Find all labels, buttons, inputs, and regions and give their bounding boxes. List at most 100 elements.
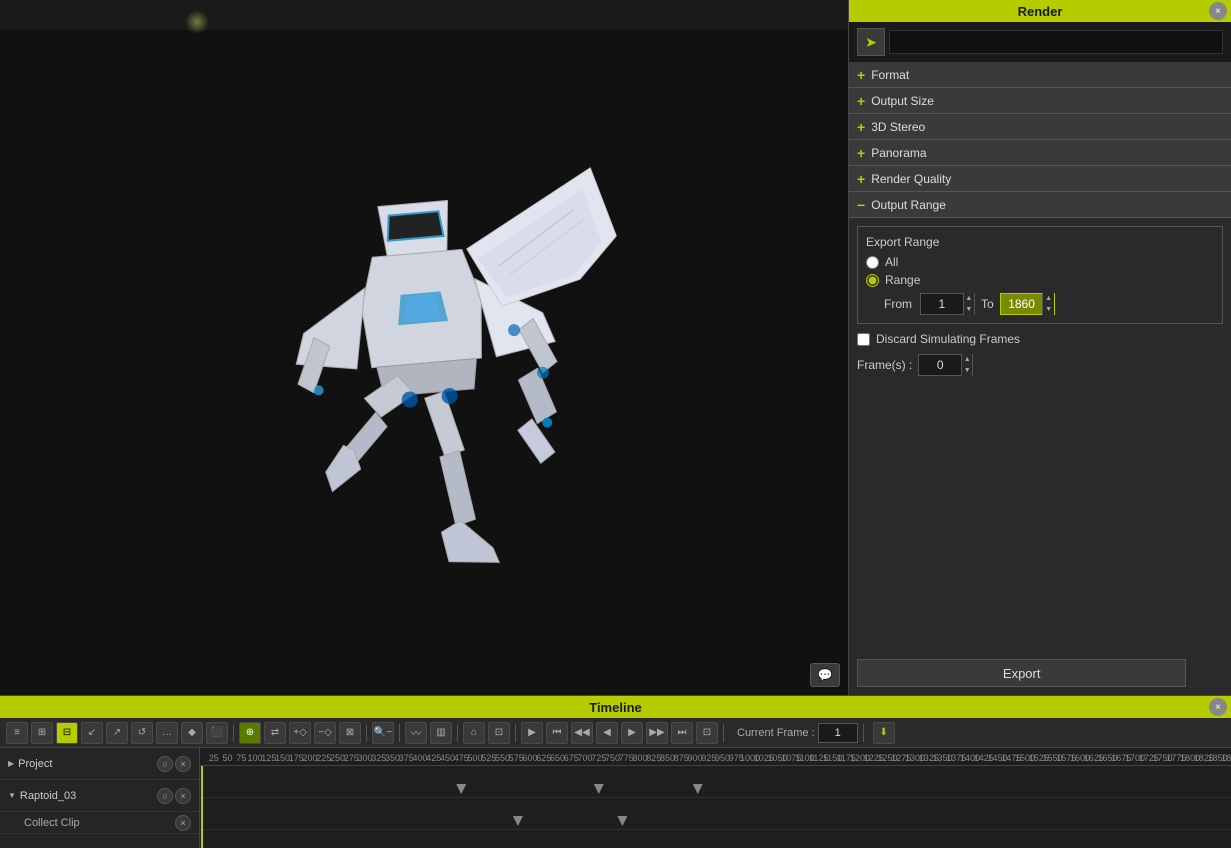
tl-rec-btn[interactable]: ⬛ bbox=[206, 722, 228, 744]
from-input[interactable] bbox=[921, 294, 963, 314]
next-key-btn[interactable]: ▶▶ bbox=[646, 722, 668, 744]
section-output-size-icon: + bbox=[857, 93, 865, 109]
tl-undo2-btn[interactable]: … bbox=[156, 722, 178, 744]
section-output-size-header[interactable]: + Output Size bbox=[849, 88, 1231, 114]
range-radio-label[interactable]: Range bbox=[885, 273, 920, 287]
section-3d-stereo-header[interactable]: + 3D Stereo bbox=[849, 114, 1231, 140]
section-render-quality-header[interactable]: + Render Quality bbox=[849, 166, 1231, 192]
range-radio-row: Range bbox=[866, 273, 1214, 287]
section-panorama-header[interactable]: + Panorama bbox=[849, 140, 1231, 166]
prev-key-btn[interactable]: ◀◀ bbox=[571, 722, 593, 744]
project-close-btn[interactable]: × bbox=[175, 756, 191, 772]
tl-curve-btn[interactable]: 〰 bbox=[405, 722, 427, 744]
to-input[interactable] bbox=[1001, 294, 1043, 314]
section-output-size-label: Output Size bbox=[871, 94, 934, 108]
track-area bbox=[200, 766, 1231, 848]
section-format-header[interactable]: + Format bbox=[849, 62, 1231, 88]
panel-close-button[interactable]: × bbox=[1209, 2, 1227, 20]
discard-row: Discard Simulating Frames bbox=[857, 332, 1223, 346]
panel-body: + Format + Output Size + 3D Stereo + Pan… bbox=[849, 62, 1231, 695]
raptoid-track-controls: ○ × bbox=[157, 788, 191, 804]
frames-down-arrow[interactable]: ▼ bbox=[962, 365, 972, 376]
frames-row: Frame(s) : ▲ ▼ bbox=[857, 354, 1223, 376]
last-frame-btn[interactable]: ⏭ bbox=[671, 722, 693, 744]
frames-up-arrow[interactable]: ▲ bbox=[962, 354, 972, 365]
tl-in-btn[interactable]: ↙ bbox=[81, 722, 103, 744]
tl-expand-btn[interactable]: ⊞ bbox=[31, 722, 53, 744]
panel-export-row: ➤ bbox=[849, 22, 1231, 62]
timeline-labels: ▶ Project ○ × ▼ Raptoid_03 ○ × Collect C… bbox=[0, 748, 200, 848]
from-spinbox[interactable]: ▲ ▼ bbox=[920, 293, 975, 315]
to-label: To bbox=[981, 297, 994, 311]
section-output-range-icon: − bbox=[857, 197, 865, 213]
from-spinbox-arrows: ▲ ▼ bbox=[963, 293, 974, 315]
project-expand-arrow[interactable]: ▶ bbox=[8, 759, 14, 768]
play-btn[interactable]: ▶ bbox=[521, 722, 543, 744]
from-down-arrow[interactable]: ▼ bbox=[964, 304, 974, 315]
robot-scene bbox=[0, 30, 848, 695]
robot-svg bbox=[174, 133, 674, 593]
section-output-range-label: Output Range bbox=[871, 198, 946, 212]
collect-clip-name: Collect Clip bbox=[24, 817, 80, 829]
tl-separator-5 bbox=[515, 724, 516, 742]
raptoid-expand-arrow[interactable]: ▼ bbox=[8, 791, 16, 800]
export-button[interactable]: Export bbox=[857, 659, 1186, 687]
tl-separator-7 bbox=[863, 724, 864, 742]
all-radio-row: All bbox=[866, 255, 1214, 269]
section-panorama-icon: + bbox=[857, 145, 865, 161]
tl-loop-btn[interactable]: ⇄ bbox=[264, 722, 286, 744]
timeline-track-raptoid: ▼ Raptoid_03 ○ × bbox=[0, 780, 199, 812]
range-radio[interactable] bbox=[866, 274, 879, 287]
to-down-arrow[interactable]: ▼ bbox=[1043, 304, 1053, 315]
section-render-quality-icon: + bbox=[857, 171, 865, 187]
tl-export-icon-btn[interactable]: ⬇ bbox=[873, 722, 895, 744]
tl-undo-btn[interactable]: ↺ bbox=[131, 722, 153, 744]
raptoid-close-btn[interactable]: × bbox=[175, 788, 191, 804]
all-radio-label[interactable]: All bbox=[885, 255, 898, 269]
viewport-comment-btn[interactable]: 💬 bbox=[810, 663, 840, 687]
raptoid-visibility-btn[interactable]: ○ bbox=[157, 788, 173, 804]
output-range-content: Export Range All Range From bbox=[849, 218, 1231, 384]
tl-save-btn[interactable]: ⊟ bbox=[56, 722, 78, 744]
next-frame-btn[interactable]: ▶ bbox=[621, 722, 643, 744]
tl-fit-btn[interactable]: ⊡ bbox=[488, 722, 510, 744]
tl-separator-6 bbox=[723, 724, 724, 742]
tl-keys-btn[interactable]: ◆ bbox=[181, 722, 203, 744]
frames-input[interactable] bbox=[919, 355, 961, 375]
timeline-close-button[interactable]: × bbox=[1209, 698, 1227, 716]
tl-range-btn[interactable]: ▥ bbox=[430, 722, 452, 744]
export-path-arrow-btn[interactable]: ➤ bbox=[857, 28, 885, 56]
tl-add-btn[interactable]: +◇ bbox=[289, 722, 311, 744]
collect-clip-close-btn[interactable]: × bbox=[175, 815, 191, 831]
tl-zoom-out-btn[interactable]: 🔍− bbox=[372, 722, 394, 744]
section-panorama-label: Panorama bbox=[871, 146, 926, 160]
tl-separator-2 bbox=[366, 724, 367, 742]
tl-add-key-btn[interactable]: ⊕ bbox=[239, 722, 261, 744]
frames-spinbox[interactable]: ▲ ▼ bbox=[918, 354, 973, 376]
from-up-arrow[interactable]: ▲ bbox=[964, 293, 974, 304]
discard-label[interactable]: Discard Simulating Frames bbox=[876, 332, 1020, 346]
frames-spinbox-arrows: ▲ ▼ bbox=[961, 354, 972, 376]
to-up-arrow[interactable]: ▲ bbox=[1043, 293, 1053, 304]
collect-clip-controls: × bbox=[175, 815, 191, 831]
loop-area-btn[interactable]: ⊡ bbox=[696, 722, 718, 744]
tl-remove-btn[interactable]: −◇ bbox=[314, 722, 336, 744]
section-format-label: Format bbox=[871, 68, 909, 82]
project-visibility-btn[interactable]: ○ bbox=[157, 756, 173, 772]
timeline-title: Timeline bbox=[589, 700, 642, 715]
first-frame-btn[interactable]: ⏮ bbox=[546, 722, 568, 744]
current-frame-input[interactable] bbox=[818, 723, 858, 743]
tl-list-btn[interactable]: ≡ bbox=[6, 722, 28, 744]
to-spinbox[interactable]: ▲ ▼ bbox=[1000, 293, 1055, 315]
frames-label: Frame(s) : bbox=[857, 358, 912, 372]
all-radio[interactable] bbox=[866, 256, 879, 269]
section-3d-stereo-label: 3D Stereo bbox=[871, 120, 925, 134]
tl-ripple-btn[interactable]: ⊠ bbox=[339, 722, 361, 744]
export-path-input[interactable] bbox=[889, 30, 1223, 54]
prev-frame-btn[interactable]: ◀ bbox=[596, 722, 618, 744]
tl-separator-1 bbox=[233, 724, 234, 742]
tl-snap-btn[interactable]: ⌂ bbox=[463, 722, 485, 744]
tl-out-btn[interactable]: ↗ bbox=[106, 722, 128, 744]
section-output-range-header[interactable]: − Output Range bbox=[849, 192, 1231, 218]
discard-checkbox[interactable] bbox=[857, 333, 870, 346]
